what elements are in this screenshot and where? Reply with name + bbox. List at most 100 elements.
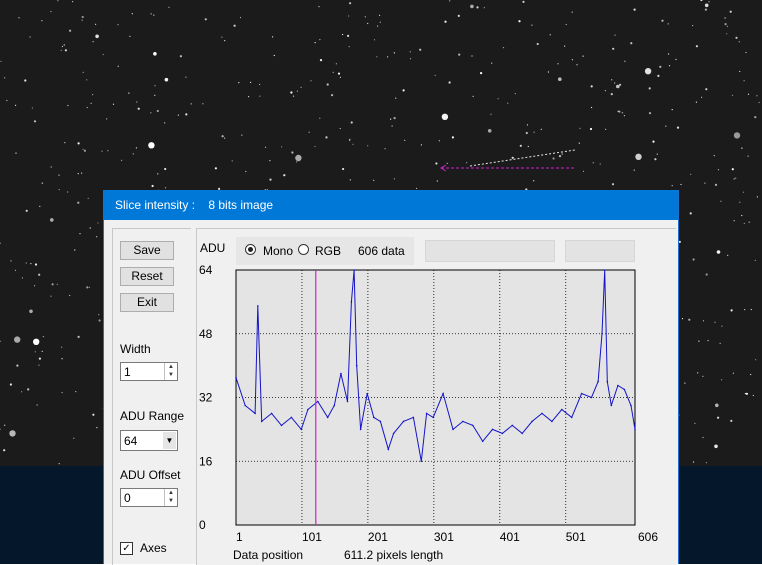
star	[716, 250, 721, 254]
star	[724, 23, 727, 26]
star	[721, 325, 723, 327]
star	[74, 249, 76, 251]
star	[259, 95, 261, 97]
intensity-point	[491, 428, 494, 431]
star	[121, 159, 123, 161]
star	[190, 103, 192, 105]
star	[347, 34, 350, 38]
star	[409, 51, 411, 53]
star	[41, 182, 43, 184]
star	[733, 132, 741, 139]
star	[14, 336, 21, 343]
star	[750, 308, 752, 311]
star	[67, 104, 69, 107]
star	[107, 150, 109, 152]
star	[708, 1, 710, 3]
intensity-point	[353, 269, 355, 271]
intensity-point	[472, 424, 474, 427]
star	[96, 236, 98, 238]
star	[61, 358, 63, 360]
intensity-point	[260, 420, 263, 423]
star	[291, 151, 294, 154]
intensity-point	[531, 420, 533, 423]
star	[335, 63, 337, 65]
star	[449, 0, 451, 2]
star	[350, 121, 353, 124]
star	[531, 24, 533, 26]
star	[290, 91, 293, 94]
star	[665, 125, 667, 127]
star	[73, 437, 75, 439]
star	[179, 55, 182, 58]
star	[729, 10, 732, 13]
star	[224, 137, 226, 139]
star	[31, 107, 33, 109]
star	[77, 335, 80, 338]
intensity-point	[425, 412, 428, 415]
star	[387, 56, 389, 58]
star	[404, 139, 406, 141]
intensity-point	[387, 448, 390, 451]
star	[571, 11, 573, 13]
star	[552, 157, 555, 160]
star	[326, 83, 329, 86]
star	[698, 340, 700, 342]
star	[156, 109, 159, 113]
star	[448, 81, 451, 84]
star	[730, 309, 733, 312]
star	[497, 98, 499, 100]
star	[86, 286, 89, 289]
star	[106, 118, 108, 120]
star	[457, 14, 460, 17]
star	[654, 158, 657, 161]
star	[231, 160, 233, 162]
star	[704, 3, 709, 8]
intensity-point	[442, 392, 444, 395]
star	[689, 212, 692, 215]
star	[153, 52, 157, 56]
intensity-point	[452, 428, 454, 431]
star	[611, 79, 613, 81]
star	[50, 295, 52, 297]
intensity-point	[580, 392, 583, 395]
star	[25, 209, 28, 212]
star	[730, 419, 733, 422]
star	[695, 45, 699, 48]
star	[612, 47, 615, 50]
star	[390, 118, 392, 120]
star	[661, 19, 664, 22]
intensity-point	[346, 400, 349, 403]
star	[756, 95, 758, 97]
star	[373, 179, 375, 181]
intensity-point	[235, 376, 237, 379]
intensity-point	[541, 412, 543, 415]
star	[547, 71, 550, 73]
star	[402, 89, 405, 92]
star	[657, 74, 660, 77]
star	[591, 106, 593, 109]
star	[269, 160, 271, 162]
star	[150, 13, 152, 15]
star	[743, 80, 745, 82]
intensity-point	[307, 408, 309, 411]
star	[239, 16, 242, 19]
star	[224, 40, 226, 42]
star	[82, 71, 84, 73]
star	[310, 80, 312, 82]
star	[719, 342, 721, 344]
star	[652, 140, 655, 143]
star	[151, 184, 154, 188]
y-tick-label: 48	[199, 327, 213, 341]
star	[33, 338, 40, 345]
star	[758, 101, 760, 104]
star	[697, 372, 699, 374]
star	[296, 161, 298, 163]
star	[391, 125, 393, 127]
star	[745, 51, 747, 54]
star	[724, 17, 726, 19]
star	[281, 146, 283, 148]
star	[441, 113, 449, 121]
star	[250, 81, 252, 83]
star	[409, 58, 412, 60]
intensity-point	[270, 412, 273, 415]
